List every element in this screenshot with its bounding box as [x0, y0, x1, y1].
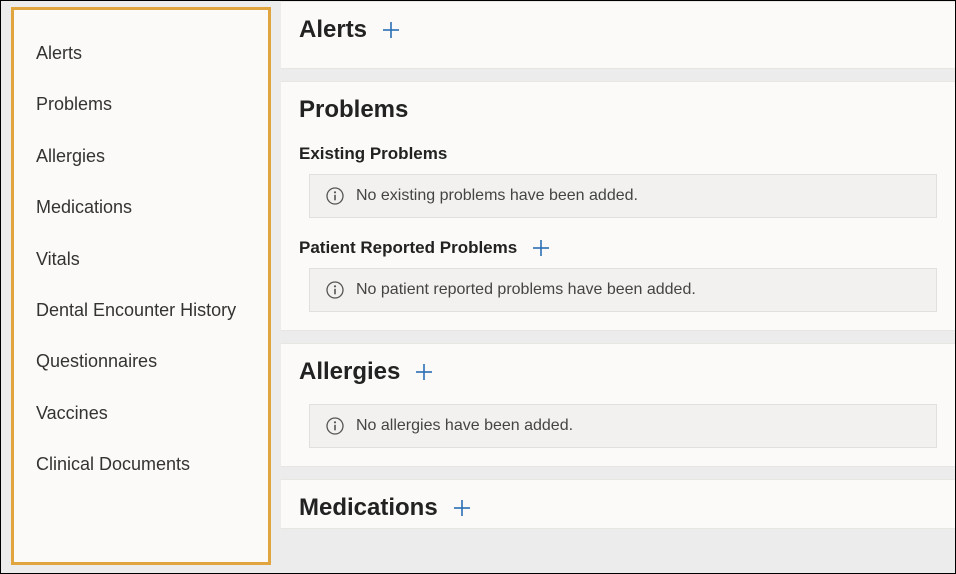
existing-problems-empty-box: No existing problems have been added. [309, 174, 937, 218]
sidebar-item-questionnaires[interactable]: Questionnaires [36, 336, 268, 387]
sidebar-item-vitals[interactable]: Vitals [36, 234, 268, 285]
sidebar-item-alerts[interactable]: Alerts [36, 28, 268, 79]
section-title-alerts: Alerts [299, 16, 367, 44]
existing-problems-empty-text: No existing problems have been added. [356, 187, 638, 205]
existing-problems-heading: Existing Problems [299, 144, 937, 164]
patient-reported-problems-empty-box: No patient reported problems have been a… [309, 268, 937, 312]
allergies-empty-box: No allergies have been added. [309, 404, 937, 448]
add-alert-icon[interactable] [381, 20, 401, 40]
section-title-medications: Medications [299, 494, 438, 522]
sidebar-item-dental-encounter-history[interactable]: Dental Encounter History [36, 285, 268, 336]
add-patient-reported-problem-icon[interactable] [531, 238, 551, 258]
app-frame: Alerts Problems Allergies Medications Vi… [0, 0, 956, 574]
section-problems: Problems Existing Problems No existing p… [281, 81, 955, 331]
section-alerts: Alerts [281, 1, 955, 69]
info-icon [326, 187, 344, 205]
main-content: Alerts Problems Existing Problems No exi… [281, 1, 955, 573]
add-allergy-icon[interactable] [414, 362, 434, 382]
patient-reported-problems-heading: Patient Reported Problems [299, 238, 937, 258]
allergies-empty-text: No allergies have been added. [356, 417, 573, 435]
sidebar-item-problems[interactable]: Problems [36, 79, 268, 130]
section-medications: Medications [281, 479, 955, 529]
section-allergies: Allergies No allergies have been added. [281, 343, 955, 467]
section-header-medications: Medications [299, 494, 937, 522]
info-icon [326, 417, 344, 435]
patient-reported-problems-label: Patient Reported Problems [299, 238, 517, 258]
section-header-problems: Problems [299, 96, 937, 124]
patient-reported-problems-empty-text: No patient reported problems have been a… [356, 281, 696, 299]
sidebar-item-clinical-documents[interactable]: Clinical Documents [36, 439, 268, 490]
info-icon [326, 281, 344, 299]
section-header-allergies: Allergies [299, 358, 937, 386]
section-title-problems: Problems [299, 96, 408, 124]
sidebar-item-medications[interactable]: Medications [36, 182, 268, 233]
sidebar-item-vaccines[interactable]: Vaccines [36, 388, 268, 439]
sidebar-item-allergies[interactable]: Allergies [36, 131, 268, 182]
section-header-alerts: Alerts [299, 16, 937, 44]
sidebar: Alerts Problems Allergies Medications Vi… [11, 7, 271, 565]
existing-problems-label: Existing Problems [299, 144, 447, 164]
section-title-allergies: Allergies [299, 358, 400, 386]
add-medication-icon[interactable] [452, 498, 472, 518]
